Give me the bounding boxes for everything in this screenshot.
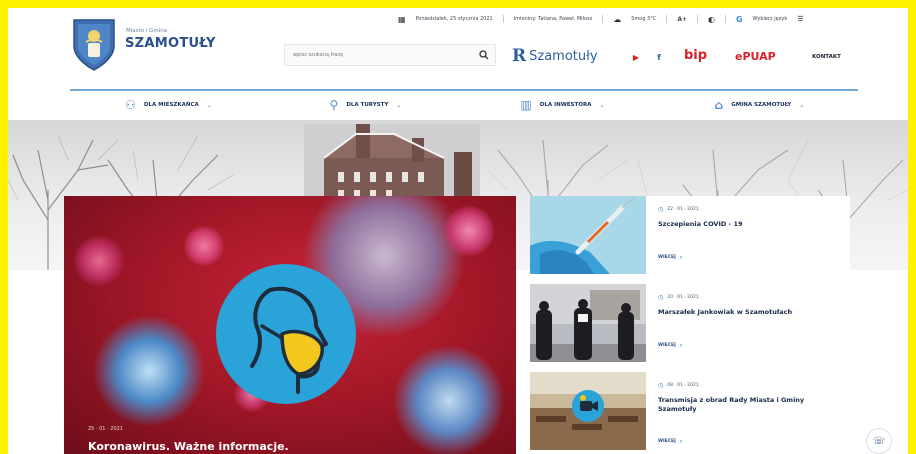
search-button[interactable] — [473, 45, 495, 65]
feature-title[interactable]: Koronawirus. Ważne informacje. — [88, 440, 289, 453]
divider — [602, 15, 604, 23]
news-date-text: 08 · 01 · 2021 — [667, 383, 699, 388]
news-item[interactable]: ◷ 22 · 01 · 2021 Szczepienia COVID - 19 … — [530, 196, 850, 274]
coat-of-arms-logo[interactable] — [70, 16, 118, 72]
read-more-link[interactable]: WIĘCEJ › — [658, 254, 682, 261]
virus-graphic — [444, 206, 494, 256]
translate-select[interactable]: Wybierz język — [753, 16, 788, 22]
google-translate-icon: G — [735, 14, 743, 24]
nav-item-label: GMINA SZAMOTUŁY — [731, 102, 792, 108]
face-mask-circle — [216, 264, 356, 404]
chevron-down-icon: ⌄ — [799, 101, 805, 109]
buildings-icon: ▥ — [520, 98, 532, 112]
city-logo-text: Szamotuły — [529, 48, 598, 64]
news-date: ◷ 20 · 01 · 2021 — [658, 294, 699, 301]
people-icon: ⚇ — [125, 98, 136, 112]
town-hall-icon: ⌂ — [714, 98, 724, 112]
weather-text: Smog 3°C — [631, 16, 657, 22]
nav-divider — [70, 89, 858, 91]
contact-link[interactable]: KONTAKT — [812, 54, 841, 60]
brand-subtitle: Miasto i Gmina — [126, 28, 168, 34]
news-thumbnail — [530, 284, 646, 362]
nav-item-municipality[interactable]: ⌂ GMINA SZAMOTUŁY ⌄ — [661, 94, 858, 116]
face-mask-icon — [250, 286, 328, 394]
vaccine-image — [530, 196, 646, 274]
divider — [724, 15, 726, 23]
weather-icon: ☁ — [613, 14, 622, 24]
epuap-link[interactable]: ePUAP — [735, 50, 776, 63]
main-nav: ⚇ DLA MIESZKAŃCA ⌄ ⚲ DLA TURYSTY ⌄ ▥ DLA… — [70, 94, 858, 116]
nav-item-label: DLA INWESTORA — [539, 102, 592, 108]
page-frame: ▦ Poniedziałek, 25 stycznia 2021 Imienin… — [8, 8, 908, 454]
read-more-label: WIĘCEJ — [658, 343, 676, 348]
news-thumbnail — [530, 372, 646, 450]
clock-icon: ◷ — [658, 294, 664, 301]
dropdown-icon[interactable]: ☰ — [797, 15, 803, 23]
brand-name[interactable]: SZAMOTUŁY — [125, 36, 216, 51]
virus-graphic — [94, 316, 204, 426]
news-title[interactable]: Szczepienia COVID - 19 — [658, 220, 843, 229]
read-more-link[interactable]: WIĘCEJ › — [658, 438, 682, 445]
accessibility-icon[interactable]: ☏ — [866, 428, 892, 454]
search-icon — [479, 50, 489, 60]
nav-item-label: DLA TURYSTY — [346, 102, 389, 108]
search-box — [284, 44, 496, 66]
chevron-right-icon: › — [679, 438, 683, 445]
nav-item-tourists[interactable]: ⚲ DLA TURYSTY ⌄ — [267, 94, 464, 116]
chevron-right-icon: › — [679, 254, 683, 261]
chevron-down-icon: ⌄ — [599, 101, 605, 109]
read-more-label: WIĘCEJ — [658, 255, 676, 260]
nameday-text: Imieniny: Tatiana, Paweł, Miłosz — [513, 16, 593, 22]
virus-graphic — [394, 346, 504, 454]
divider — [666, 15, 668, 23]
news-item[interactable]: ◷ 08 · 01 · 2021 Transmisja z obrad Rady… — [530, 372, 850, 450]
contrast-button[interactable]: ◐ — [708, 15, 715, 24]
search-input[interactable] — [285, 45, 473, 65]
divider — [696, 15, 698, 23]
council-session-photo — [530, 372, 646, 450]
news-title[interactable]: Marszałek Jankowiak w Szamotułach — [658, 308, 843, 317]
bip-link[interactable]: bip — [684, 48, 707, 63]
facebook-icon[interactable]: f — [651, 50, 667, 64]
news-date: ◷ 22 · 01 · 2021 — [658, 206, 699, 213]
virus-graphic — [74, 236, 124, 286]
news-item[interactable]: ◷ 20 · 01 · 2021 Marszałek Jankowiak w S… — [530, 284, 850, 362]
divider — [502, 15, 504, 23]
chevron-right-icon: › — [679, 342, 683, 349]
news-thumbnail — [530, 196, 646, 274]
font-size-button[interactable]: A+ — [677, 16, 687, 23]
chevron-down-icon: ⌄ — [396, 101, 402, 109]
city-logo-letter: R — [512, 46, 527, 66]
nav-item-label: DLA MIESZKAŃCA — [143, 102, 199, 108]
read-more-link[interactable]: WIĘCEJ › — [658, 342, 682, 349]
nav-item-investors[interactable]: ▥ DLA INWESTORA ⌄ — [464, 94, 661, 116]
city-logo[interactable]: R Szamotuły — [512, 46, 598, 66]
utility-bar: ▦ Poniedziałek, 25 stycznia 2021 Imienin… — [398, 12, 896, 26]
nav-item-residents[interactable]: ⚇ DLA MIESZKAŃCA ⌄ — [70, 94, 267, 116]
news-date-text: 22 · 01 · 2021 — [667, 207, 699, 212]
current-date: Poniedziałek, 25 stycznia 2021 — [415, 16, 493, 22]
clock-icon: ◷ — [658, 382, 664, 389]
meeting-photo — [530, 284, 646, 362]
calendar-icon: ▦ — [398, 14, 406, 24]
news-title[interactable]: Transmisja z obrad Rady Miasta i Gminy S… — [658, 396, 843, 414]
chevron-down-icon: ⌄ — [206, 101, 212, 109]
news-date: ◷ 08 · 01 · 2021 — [658, 382, 699, 389]
news-date-text: 20 · 01 · 2021 — [667, 295, 699, 300]
virus-graphic — [184, 226, 224, 266]
clock-icon: ◷ — [658, 206, 664, 213]
youtube-icon[interactable]: ▶ — [628, 50, 644, 64]
feature-article-card[interactable]: 25 · 01 · 2021 Koronawirus. Ważne inform… — [64, 196, 516, 454]
read-more-label: WIĘCEJ — [658, 439, 676, 444]
tourist-icon: ⚲ — [329, 98, 339, 112]
feature-date: 25 · 01 · 2021 — [88, 426, 123, 432]
